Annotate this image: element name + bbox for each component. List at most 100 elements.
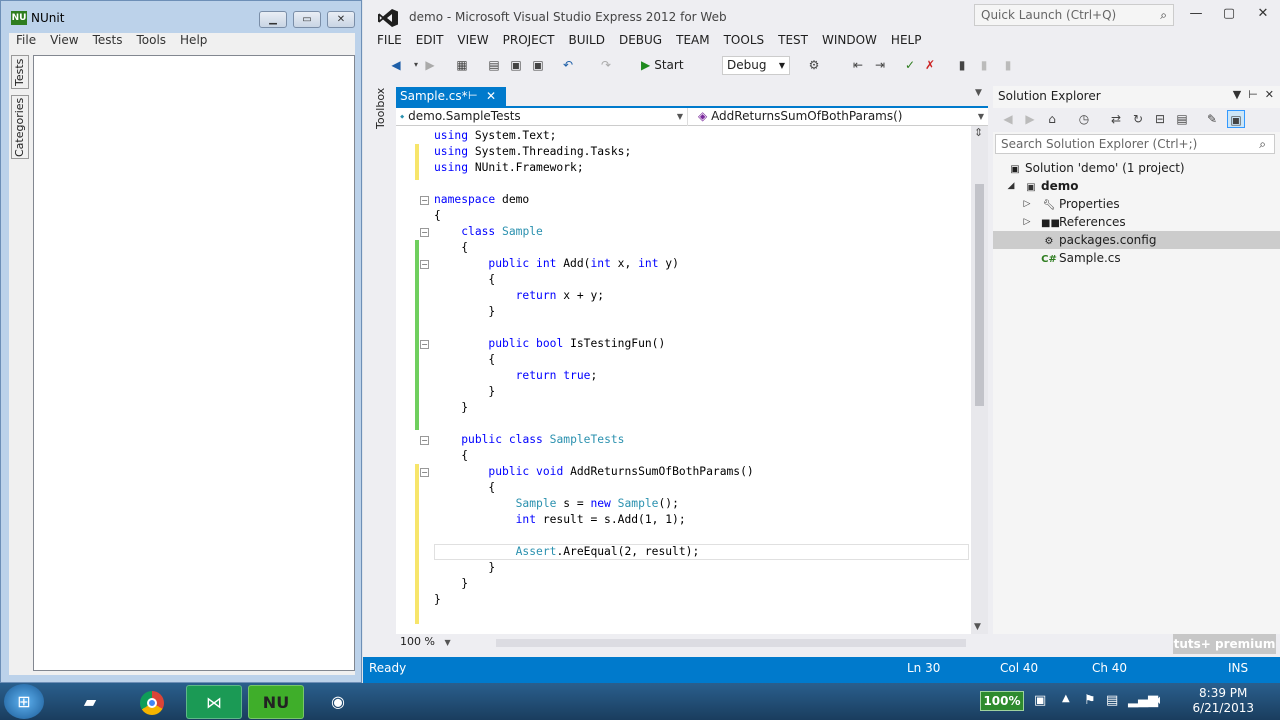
clear-icon[interactable]: ✗	[921, 56, 939, 74]
visual-studio-taskbar-icon[interactable]: ⋈	[186, 685, 242, 719]
tab-categories[interactable]: Categories	[11, 95, 29, 159]
configuration-dropdown[interactable]: Debug ▼	[722, 56, 790, 75]
close-icon[interactable]: ✕	[1265, 88, 1274, 101]
search-icon[interactable]: ⌕	[1160, 7, 1167, 23]
save-icon[interactable]: ▣	[507, 56, 525, 74]
refresh-icon[interactable]: ↻	[1129, 110, 1147, 128]
scroll-down-icon[interactable]: ▼	[974, 622, 981, 632]
menu-view[interactable]: View	[43, 33, 85, 48]
doc-tab-sample-cs[interactable]: Sample.cs* ⊢ ✕	[396, 87, 506, 106]
tree-item-packages-config[interactable]: ⚙ packages.config	[993, 231, 1280, 249]
menu-team[interactable]: TEAM	[669, 32, 716, 48]
menu-view[interactable]: VIEW	[450, 32, 495, 48]
maximize-button[interactable]: ▢	[1213, 6, 1245, 24]
editor-vertical-scrollbar[interactable]: ⇕ ▼	[971, 126, 988, 634]
menu-window[interactable]: WINDOW	[815, 32, 884, 48]
solution-explorer-search[interactable]: Search Solution Explorer (Ctrl+;) ⌕	[995, 134, 1275, 154]
member-dropdown[interactable]: ◈ AddReturnsSumOfBothParams() ▼	[694, 108, 988, 126]
tree-item-properties[interactable]: 🔧︎ Properties	[1041, 195, 1120, 213]
zoom-dropdown[interactable]: 100 % ▼	[400, 635, 451, 648]
menu-project[interactable]: PROJECT	[496, 32, 562, 48]
minimize-button[interactable]: ▁	[259, 11, 287, 28]
tree-item-sample-cs[interactable]: C# Sample.cs	[1041, 249, 1121, 267]
search-icon[interactable]: ⌕	[1259, 135, 1266, 153]
clock[interactable]: 8:39 PM 6/21/2013	[1192, 686, 1254, 716]
menu-tools[interactable]: Tools	[129, 33, 173, 48]
sync-icon[interactable]: ⇄	[1107, 110, 1125, 128]
properties-icon[interactable]: ✎	[1203, 110, 1221, 128]
menu-edit[interactable]: EDIT	[409, 32, 451, 48]
menu-tools[interactable]: TOOLS	[717, 32, 772, 48]
screen-recorder-taskbar-icon[interactable]: ◉	[310, 685, 366, 719]
close-icon[interactable]: ✕	[486, 87, 496, 105]
expanded-icon[interactable]: ◢	[1005, 181, 1017, 191]
nunit-taskbar-icon[interactable]: NU	[248, 685, 304, 719]
horizontal-scrollbar-thumb[interactable]	[496, 639, 966, 647]
step-icon[interactable]: ⇤	[849, 56, 867, 74]
collapse-icon[interactable]: −	[420, 468, 429, 477]
menu-file[interactable]: File	[9, 33, 43, 48]
windows-start-button[interactable]: ⊞	[4, 684, 44, 719]
attach-icon[interactable]: ⚙	[805, 56, 823, 74]
menu-test[interactable]: TEST	[771, 32, 815, 48]
menu-debug[interactable]: DEBUG	[612, 32, 669, 48]
toolbox-tab[interactable]: Toolbox	[373, 86, 391, 136]
start-debugging-button[interactable]: ▶ Start	[641, 56, 684, 74]
scrollbar-thumb[interactable]	[975, 184, 984, 406]
volume-icon[interactable]: 🔈︎	[1156, 693, 1164, 708]
cpu-icon[interactable]: ▣	[1034, 693, 1046, 708]
show-hidden-icons-icon[interactable]: ▲	[1062, 693, 1070, 704]
close-button[interactable]: ✕	[1247, 6, 1279, 24]
step-over-icon[interactable]: ⇥	[871, 56, 889, 74]
pin-icon[interactable]: ⊢	[468, 87, 478, 105]
prev-bookmark-icon[interactable]: ▮	[975, 56, 993, 74]
battery-indicator[interactable]: 100%	[980, 691, 1024, 711]
test-tree[interactable]	[33, 55, 355, 671]
file-explorer-taskbar-icon[interactable]: ▰	[62, 685, 118, 719]
collapsed-icon[interactable]: ▷	[1021, 217, 1033, 227]
menu-tests[interactable]: Tests	[86, 33, 130, 48]
collapse-icon[interactable]: −	[420, 228, 429, 237]
forward-icon[interactable]: ▶	[1021, 110, 1039, 128]
tree-item-references[interactable]: ■■References	[1041, 213, 1126, 231]
save-all-icon[interactable]: ▣	[529, 56, 547, 74]
device-icon[interactable]: ▤	[1106, 693, 1118, 708]
collapse-icon[interactable]: −	[420, 196, 429, 205]
collapse-icon[interactable]: −	[420, 340, 429, 349]
tab-tests[interactable]: Tests	[11, 55, 29, 89]
chrome-taskbar-icon[interactable]	[124, 685, 180, 719]
preview-icon[interactable]: ▣	[1227, 110, 1245, 128]
code-editor[interactable]: − − − − − − using System.Text; using Syst…	[396, 126, 971, 634]
flag-icon[interactable]: ⚑	[1084, 693, 1096, 708]
open-file-icon[interactable]: ▤	[485, 56, 503, 74]
collapsed-icon[interactable]: ▷	[1021, 199, 1033, 209]
tree-item-solution[interactable]: ▣ Solution 'demo' (1 project)	[1007, 159, 1184, 177]
split-icon[interactable]: ⇕	[974, 126, 983, 139]
close-button[interactable]: ✕	[327, 11, 355, 28]
new-project-icon[interactable]: ▦	[453, 56, 471, 74]
back-icon[interactable]: ◀	[999, 110, 1017, 128]
back-icon[interactable]: ◀	[387, 56, 405, 74]
pin-icon[interactable]: ⊢	[1248, 88, 1258, 101]
pending-changes-icon[interactable]: ◷	[1075, 110, 1093, 128]
tree-item-project[interactable]: ▣ demo	[1023, 177, 1078, 195]
show-all-files-icon[interactable]: ▤	[1173, 110, 1191, 128]
maximize-button[interactable]: ▭	[293, 11, 321, 28]
undo-icon[interactable]: ↶	[559, 56, 577, 74]
collapse-icon[interactable]: −	[420, 260, 429, 269]
next-bookmark-icon[interactable]: ▮	[999, 56, 1017, 74]
redo-icon[interactable]: ↷	[597, 56, 615, 74]
forward-icon[interactable]: ▶	[421, 56, 439, 74]
quick-launch-input[interactable]: Quick Launch (Ctrl+Q) ⌕	[974, 4, 1174, 26]
dropdown-icon[interactable]: ▼	[1233, 88, 1241, 101]
menu-file[interactable]: FILE	[370, 32, 409, 48]
minimize-button[interactable]: —	[1180, 6, 1212, 24]
breakpoint-icon[interactable]: ✓	[901, 56, 919, 74]
collapse-all-icon[interactable]: ⊟	[1151, 110, 1169, 128]
network-icon[interactable]: ▂▄▆	[1128, 693, 1158, 708]
home-icon[interactable]: ⌂	[1043, 110, 1061, 128]
menu-build[interactable]: BUILD	[561, 32, 611, 48]
tab-dropdown-icon[interactable]: ▼	[975, 88, 982, 98]
collapse-icon[interactable]: −	[420, 436, 429, 445]
menu-help[interactable]: Help	[173, 33, 214, 48]
